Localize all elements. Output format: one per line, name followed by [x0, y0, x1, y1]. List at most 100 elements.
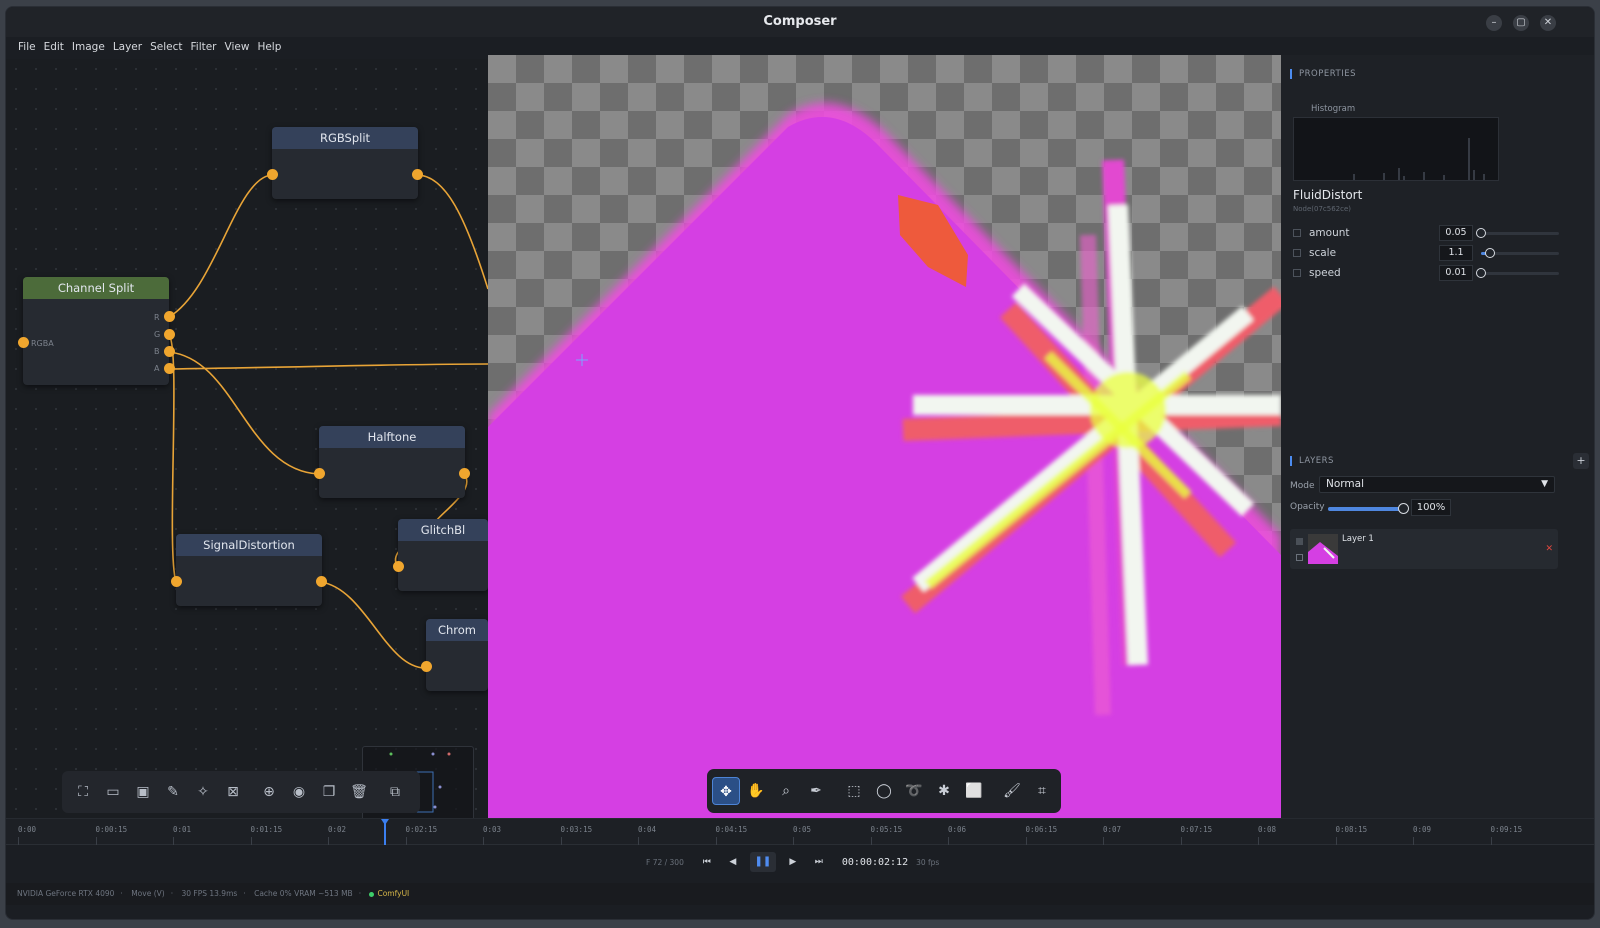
node-graph[interactable]: RGBSplit Channel Split RGBA R G B A Half… — [6, 59, 488, 841]
node-rgbsplit[interactable]: RGBSplit — [267, 127, 423, 199]
param-checkbox[interactable] — [1293, 229, 1301, 237]
tick-label: 0:05 — [793, 825, 812, 834]
input-port[interactable] — [171, 576, 182, 587]
sparkle-icon[interactable]: ✧ — [190, 779, 216, 805]
param-value[interactable]: 0.05 — [1439, 225, 1473, 241]
param-name: scale — [1309, 247, 1337, 259]
menu-filter[interactable]: Filter — [187, 37, 221, 59]
tick-label: 0:07:15 — [1180, 825, 1213, 834]
image-canvas[interactable] — [488, 55, 1281, 841]
tick-label: 0:03:15 — [560, 825, 593, 834]
node-channel-split[interactable]: Channel Split RGBA R G B A — [18, 277, 175, 385]
menu-layer[interactable]: Layer — [109, 37, 146, 59]
playhead-handle[interactable] — [381, 819, 389, 825]
input-port[interactable] — [267, 169, 278, 180]
visibility-icon[interactable] — [1296, 538, 1303, 545]
param-checkbox[interactable] — [1293, 269, 1301, 277]
input-port[interactable] — [393, 561, 404, 572]
menu-edit[interactable]: Edit — [40, 37, 68, 59]
copy-icon[interactable]: ❐ — [316, 779, 342, 805]
add-layer-button[interactable]: + — [1573, 453, 1589, 469]
skip-end-icon[interactable]: ⏭ — [810, 853, 828, 871]
status-perf: 30 FPS 13.9ms — [181, 889, 238, 898]
add-icon[interactable]: ⊕ — [256, 779, 282, 805]
tick-label: 0:05:15 — [870, 825, 903, 834]
menu-file[interactable]: File — [14, 37, 40, 59]
status-gpu: NVIDIA GeForce RTX 4090 — [17, 889, 115, 898]
param-value[interactable]: 0.01 — [1439, 265, 1473, 281]
magic-wand-tool-icon[interactable]: ✱ — [930, 777, 958, 805]
opacity-value[interactable]: 100% — [1411, 499, 1451, 516]
param-value[interactable]: 1.1 — [1439, 245, 1473, 261]
output-port-a[interactable] — [164, 363, 175, 374]
crop-tool-icon[interactable]: ⌗ — [1028, 777, 1056, 805]
slider-knob[interactable] — [1476, 228, 1486, 238]
shapes-icon[interactable]: ⛶ — [70, 779, 96, 805]
port-label: R — [154, 313, 160, 322]
tick-label: 0:08 — [1258, 825, 1277, 834]
node-halftone[interactable]: Halftone — [314, 426, 470, 498]
close-icon[interactable]: ✕ — [1540, 15, 1556, 31]
minimize-icon[interactable]: – — [1486, 15, 1502, 31]
output-port-g[interactable] — [164, 329, 175, 340]
menu-select[interactable]: Select — [146, 37, 186, 59]
lock-icon[interactable] — [1296, 554, 1303, 561]
tick-mark — [870, 837, 872, 845]
eyedropper-tool-icon[interactable]: ✒ — [802, 777, 830, 805]
marquee-tool-icon[interactable]: ⬜ — [960, 777, 988, 805]
output-port[interactable] — [459, 468, 470, 479]
timeline[interactable]: 0:00 0:00:15 0:01 0:01:15 0:02 0:02:15 0:03 0:0… — [6, 818, 1594, 882]
node-glitch[interactable]: GlitchBl — [393, 519, 488, 591]
wire-b-halftone — [168, 351, 320, 475]
node-signal-distortion[interactable]: SignalDistortion — [171, 534, 327, 606]
ellipse-select-tool-icon[interactable]: ◯ — [870, 777, 898, 805]
menu-view[interactable]: View — [221, 37, 254, 59]
collapse-icon[interactable]: ⊠ — [220, 779, 246, 805]
node-chrom[interactable]: Chrom — [421, 619, 488, 691]
trash-icon[interactable]: 🗑 — [346, 779, 372, 805]
frame-icon[interactable]: ▭ — [100, 779, 126, 805]
param-slider[interactable] — [1476, 228, 1559, 238]
menu-image[interactable]: Image — [68, 37, 109, 59]
hand-tool-icon[interactable]: ✋ — [742, 777, 770, 805]
param-slider[interactable] — [1476, 268, 1559, 278]
fit-icon[interactable]: ⧉ — [382, 779, 408, 805]
zoom-tool-icon[interactable]: ⌕ — [772, 777, 800, 805]
slider-knob[interactable] — [1476, 268, 1486, 278]
lasso-tool-icon[interactable]: ➰ — [900, 777, 928, 805]
pause-button[interactable]: ❚❚ — [749, 852, 776, 872]
output-port-r[interactable] — [164, 311, 175, 322]
output-port-b[interactable] — [164, 346, 175, 357]
blend-mode-select[interactable]: Normal ▼ — [1319, 476, 1555, 493]
histogram — [1293, 117, 1499, 181]
param-checkbox[interactable] — [1293, 249, 1301, 257]
layers-title: LAYERS — [1290, 456, 1334, 466]
output-port[interactable] — [316, 576, 327, 587]
param-name: amount — [1309, 227, 1350, 239]
menu-help[interactable]: Help — [253, 37, 285, 59]
opacity-slider[interactable] — [1328, 503, 1409, 514]
port-label: G — [154, 330, 161, 339]
skip-start-icon[interactable]: ⏮ — [698, 853, 716, 871]
input-port[interactable] — [314, 468, 325, 479]
maximize-icon[interactable]: ▢ — [1513, 15, 1529, 31]
brush-tool-icon[interactable]: 🖌 — [998, 777, 1026, 805]
layer-row[interactable]: Layer 1 ✕ — [1290, 529, 1558, 569]
slider-knob[interactable] — [1398, 503, 1409, 514]
step-forward-icon[interactable]: ▶ — [784, 853, 802, 871]
output-port[interactable] — [412, 169, 423, 180]
eye-icon[interactable]: ◉ — [286, 779, 312, 805]
move-tool-icon[interactable]: ✥ — [712, 777, 740, 805]
time-ruler[interactable]: 0:00 0:00:15 0:01 0:01:15 0:02 0:02:15 0:03 0:0… — [6, 819, 1594, 845]
delete-layer-icon[interactable]: ✕ — [1545, 544, 1553, 554]
step-back-icon[interactable]: ◀ — [724, 853, 742, 871]
rect-select-tool-icon[interactable]: ⬚ — [840, 777, 868, 805]
pencil-icon[interactable]: ✎ — [160, 779, 186, 805]
tick-mark — [328, 837, 329, 845]
input-port[interactable] — [421, 661, 432, 672]
slider-knob[interactable] — [1485, 248, 1496, 258]
param-slider[interactable] — [1481, 248, 1559, 258]
node-id: Node(07c562ce) — [1293, 205, 1352, 213]
image-icon[interactable]: ▣ — [130, 779, 156, 805]
input-port-rgba[interactable] — [18, 337, 29, 348]
